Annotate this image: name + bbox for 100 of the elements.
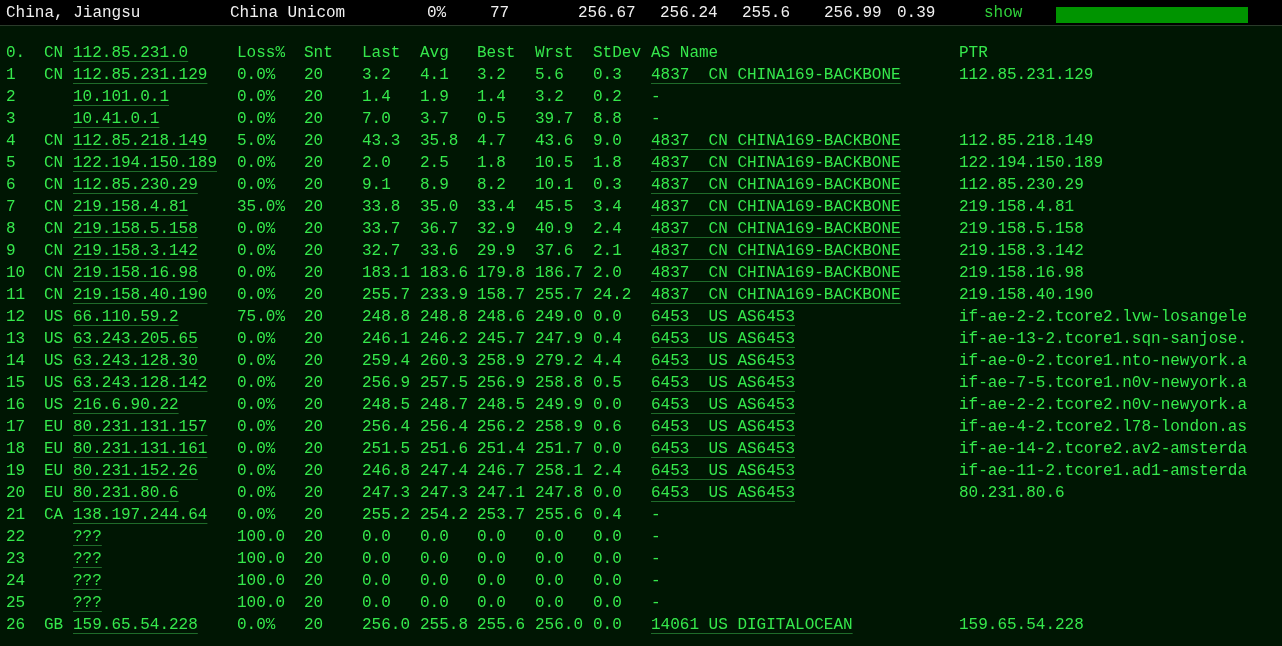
stat-cell-text: 0.0 — [535, 593, 565, 614]
stat-cell-text: 2.4 — [593, 461, 623, 482]
ip-link[interactable]: 219.158.5.158 — [73, 220, 198, 238]
ip-link[interactable]: 10.101.0.1 — [73, 88, 169, 106]
ip-link[interactable]: 219.158.4.81 — [73, 198, 189, 216]
stat-cell-text: 8.2 — [477, 175, 507, 196]
ip-link[interactable]: 63.243.205.65 — [73, 330, 198, 348]
stat-cell-text: 0.0% — [237, 417, 277, 438]
as-link[interactable]: 6453 US AS6453 — [651, 440, 796, 458]
stat-cell-text: 20 — [304, 241, 325, 262]
ip-link[interactable]: 219.158.3.142 — [73, 242, 198, 260]
stat-cell-text: 0.3 — [593, 65, 623, 86]
stat-cell-text: 100.0 — [237, 593, 286, 614]
as-link[interactable]: 6453 US AS6453 — [651, 352, 796, 370]
hop-number: 11 — [6, 285, 27, 306]
stat-cell-text: 0.0 — [477, 593, 507, 614]
ip-link[interactable]: 219.158.16.98 — [73, 264, 198, 282]
ip-link[interactable]: 80.231.80.6 — [73, 484, 179, 502]
country-code: GB — [44, 615, 65, 636]
stat-cell-text: 251.7 — [535, 439, 584, 460]
ip-link[interactable]: 112.85.231.0 — [73, 44, 189, 62]
stat-cell-text: 0.0 — [593, 439, 623, 460]
stat-cell-text: 3.4 — [593, 197, 623, 218]
stat-cell-text: 0.5 — [477, 109, 507, 130]
stat-cell-text: 0.0 — [593, 307, 623, 328]
ip-link[interactable]: 138.197.244.64 — [73, 506, 208, 524]
stat-cell-text: 20 — [304, 197, 325, 218]
as-link[interactable]: 4837 CN CHINA169-BACKBONE — [651, 286, 901, 304]
stat-cell-text: 45.5 — [535, 197, 575, 218]
hop-number: 26 — [6, 615, 27, 636]
country-code: EU — [44, 483, 65, 504]
ip-link[interactable]: 63.243.128.30 — [73, 352, 198, 370]
stat-cell-text: 246.2 — [420, 329, 469, 350]
hop-number: 17 — [6, 417, 27, 438]
as-link[interactable]: 6453 US AS6453 — [651, 308, 796, 326]
stat-cell-text: 0.0 — [593, 527, 623, 548]
stat-cell-text: 260.3 — [420, 351, 469, 372]
stat-cell-text: 248.5 — [362, 395, 411, 416]
stat-cell-text: 2.5 — [420, 153, 450, 174]
as-link[interactable]: 6453 US AS6453 — [651, 396, 796, 414]
as-link[interactable]: 4837 CN CHINA169-BACKBONE — [651, 176, 901, 194]
ip-link[interactable]: 63.243.128.142 — [73, 374, 208, 392]
column-header: Avg — [420, 43, 450, 64]
country-code: CN — [44, 43, 65, 64]
as-link[interactable]: 14061 US DIGITALOCEAN — [651, 616, 853, 634]
ip-link[interactable]: 80.231.131.161 — [73, 440, 208, 458]
stat-cell-text: 255.2 — [362, 505, 411, 526]
stat-cell-text: 33.8 — [362, 197, 402, 218]
show-link[interactable]: show — [984, 0, 1023, 25]
stat-cell-text: 20 — [304, 549, 325, 570]
stat-cell-text: 29.9 — [477, 241, 517, 262]
ip-link[interactable]: ??? — [73, 594, 102, 612]
stat-cell-text: 255.6 — [477, 615, 526, 636]
stat-cell-text: 256.0 — [362, 615, 411, 636]
stat-cell-text: 0.0 — [477, 549, 507, 570]
stat-cell-text: 256.4 — [420, 417, 469, 438]
hop-number: 12 — [6, 307, 27, 328]
ip-link[interactable]: ??? — [73, 572, 102, 590]
as-link[interactable]: 4837 CN CHINA169-BACKBONE — [651, 198, 901, 216]
as-link[interactable]: 6453 US AS6453 — [651, 484, 796, 502]
ip-link[interactable]: 10.41.0.1 — [73, 110, 160, 128]
as-name: - — [651, 506, 661, 524]
as-link[interactable]: 6453 US AS6453 — [651, 462, 796, 480]
ip-link[interactable]: 80.231.152.26 — [73, 462, 198, 480]
as-link[interactable]: 4837 CN CHINA169-BACKBONE — [651, 66, 901, 84]
as-link[interactable]: 4837 CN CHINA169-BACKBONE — [651, 242, 901, 260]
as-link[interactable]: 4837 CN CHINA169-BACKBONE — [651, 220, 901, 238]
ip-link[interactable]: 216.6.90.22 — [73, 396, 179, 414]
hop-number: 9 — [6, 241, 17, 262]
stat-cell-text: 20 — [304, 351, 325, 372]
country-code: CA — [44, 505, 65, 526]
stat-cell-text: 0.0 — [593, 571, 623, 592]
ip-link[interactable]: 122.194.150.189 — [73, 154, 218, 172]
as-link[interactable]: 6453 US AS6453 — [651, 418, 796, 436]
as-link[interactable]: 6453 US AS6453 — [651, 330, 796, 348]
ip-link[interactable]: 112.85.218.149 — [73, 132, 208, 150]
ip-link[interactable]: 66.110.59.2 — [73, 308, 179, 326]
stat-cell-text: 247.1 — [477, 483, 526, 504]
stat-cell-text: 40.9 — [535, 219, 575, 240]
stat-cell-text: 247.8 — [535, 483, 584, 504]
stat-cell-text: 279.2 — [535, 351, 584, 372]
country-code: US — [44, 329, 65, 350]
as-link[interactable]: 4837 CN CHINA169-BACKBONE — [651, 264, 901, 282]
stat-cell-text: 0.2 — [593, 87, 623, 108]
hop-number: 6 — [6, 175, 17, 196]
column-header: StDev — [593, 43, 642, 64]
ip-link[interactable]: 159.65.54.228 — [73, 616, 198, 634]
ip-link[interactable]: 80.231.131.157 — [73, 418, 208, 436]
as-link[interactable]: 6453 US AS6453 — [651, 374, 796, 392]
latency-value: 255.6 — [742, 2, 790, 24]
ip-link[interactable]: 112.85.230.29 — [73, 176, 198, 194]
ip-link[interactable]: ??? — [73, 550, 102, 568]
ip-link[interactable]: 112.85.231.129 — [73, 66, 208, 84]
stat-cell-text: 20 — [304, 505, 325, 526]
ip-link[interactable]: ??? — [73, 528, 102, 546]
as-link[interactable]: 4837 CN CHINA169-BACKBONE — [651, 132, 901, 150]
latency-value: 0.39 — [897, 2, 936, 24]
ip-link[interactable]: 219.158.40.190 — [73, 286, 208, 304]
stat-cell-text: 0.0 — [477, 527, 507, 548]
as-link[interactable]: 4837 CN CHINA169-BACKBONE — [651, 154, 901, 172]
